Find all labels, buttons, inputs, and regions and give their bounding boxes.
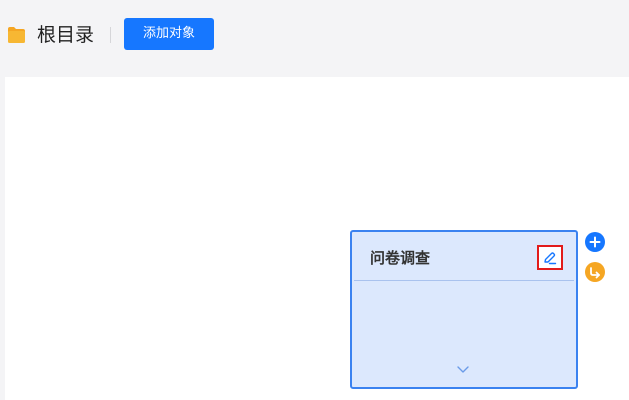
add-child-button[interactable] bbox=[585, 232, 605, 252]
node-divider bbox=[354, 280, 574, 281]
chevron-down-icon[interactable] bbox=[456, 365, 470, 375]
edit-icon bbox=[544, 251, 557, 264]
plus-circle-icon bbox=[589, 236, 601, 248]
link-circle-icon bbox=[590, 267, 600, 279]
node-card[interactable]: 问卷调查 bbox=[350, 230, 578, 389]
header-divider bbox=[110, 27, 111, 43]
top-bar: 根目录 添加对象 bbox=[0, 0, 629, 76]
link-button[interactable] bbox=[585, 262, 605, 282]
folder-icon bbox=[8, 27, 25, 43]
add-object-button[interactable]: 添加对象 bbox=[124, 18, 214, 50]
root-directory-title: 根目录 bbox=[37, 24, 95, 46]
edit-button[interactable] bbox=[537, 245, 563, 270]
node-title: 问卷调查 bbox=[370, 249, 431, 267]
